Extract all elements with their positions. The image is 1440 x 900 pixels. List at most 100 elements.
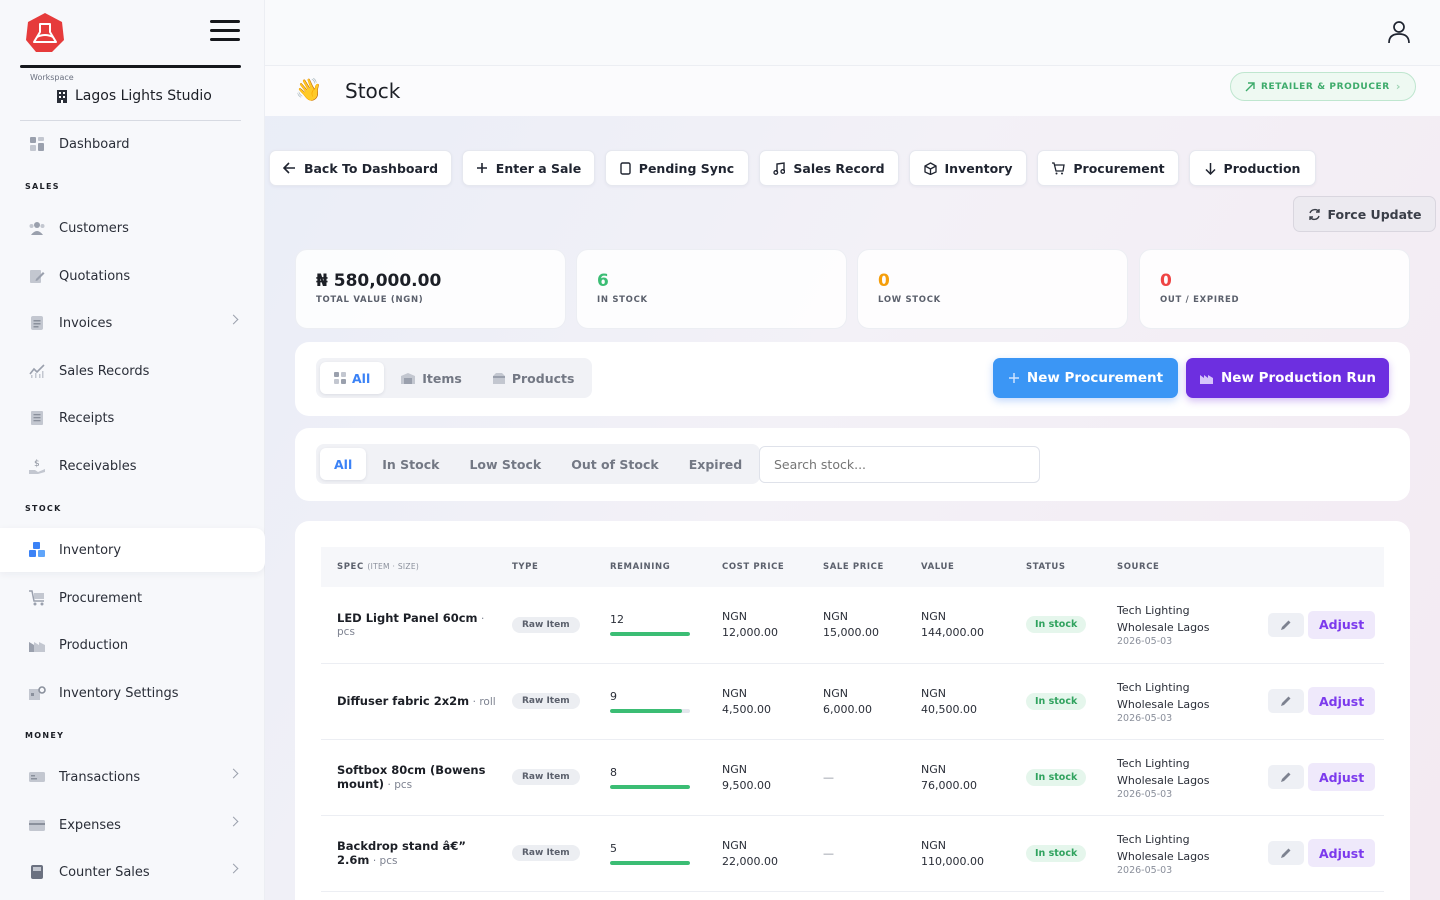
enter-sale-button[interactable]: Enter a Sale	[462, 150, 595, 186]
sidebar-item-label: Inventory Settings	[59, 685, 179, 701]
sidebar-item-invoices[interactable]: Invoices	[0, 301, 265, 345]
sidebar-item-inventory-settings[interactable]: Inventory Settings	[0, 671, 265, 715]
pending-sync-button[interactable]: Pending Sync	[605, 150, 749, 186]
sidebar-item-transactions[interactable]: Transactions	[0, 755, 265, 799]
cell-type: Raw Item	[496, 739, 594, 816]
sidebar-item-production[interactable]: Production	[0, 623, 265, 667]
role-badge[interactable]: RETAILER & PRODUCER ›	[1230, 72, 1416, 101]
tab-status-all[interactable]: All	[320, 448, 367, 480]
stat-card-total-value: ₦ 580,000.00 TOTAL VALUE (NGN)	[295, 249, 566, 329]
column-header-spec[interactable]: SPEC (ITEM · SIZE)	[321, 547, 496, 587]
table-row[interactable]: LED Light Panel 60cm · pcs Raw Item 12 N…	[321, 587, 1384, 664]
table-row[interactable]: Diffuser fabric 2x2m · roll Raw Item 9 N…	[321, 663, 1384, 740]
remaining-bar	[610, 860, 690, 865]
back-to-dashboard-button[interactable]: Back To Dashboard	[269, 150, 452, 186]
production-button[interactable]: Production	[1189, 150, 1316, 186]
adjust-button[interactable]: Adjust	[1308, 687, 1376, 715]
table-row[interactable]: Softbox 80cm (Bowens mount) · pcs Raw Ite…	[321, 739, 1384, 816]
source-name: Tech Lighting	[1117, 832, 1190, 846]
pencil-icon	[1281, 696, 1291, 706]
cell-actions: Adjust	[1252, 815, 1384, 892]
amount: —	[823, 770, 834, 784]
source-date: 2026-05-03	[1117, 712, 1173, 724]
table-body: LED Light Panel 60cm · pcs Raw Item 12 N…	[321, 587, 1384, 892]
sidebar-item-customers[interactable]: Customers	[0, 206, 265, 250]
cart-icon	[1052, 161, 1066, 174]
sidebar-item-procurement[interactable]: Procurement	[0, 576, 265, 620]
remaining-bar-fill	[610, 860, 690, 865]
cell-remaining: 5	[594, 815, 706, 892]
edit-button[interactable]	[1268, 689, 1304, 713]
hamburger-menu-icon[interactable]	[210, 20, 240, 42]
remaining-value: 5	[610, 841, 617, 855]
sidebar-item-sales-records[interactable]: Sales Records	[0, 349, 265, 393]
workspace-switcher[interactable]: Lagos Lights Studio	[56, 88, 212, 104]
cell-type: Raw Item	[496, 815, 594, 892]
amount: 6,000.00	[823, 702, 872, 716]
tab-label: Items	[422, 370, 462, 386]
inventory-button[interactable]: Inventory	[909, 150, 1027, 186]
edit-button[interactable]	[1268, 612, 1304, 637]
search-input[interactable]	[759, 446, 1040, 483]
sidebar-item-inventory[interactable]: Inventory	[0, 528, 265, 572]
status-badge: In stock	[1026, 616, 1087, 634]
tab-label: All	[352, 370, 371, 386]
currency: NGN	[823, 686, 848, 700]
sidebar-item-receivables[interactable]: $ Receivables	[0, 444, 265, 488]
tab-status-in-stock[interactable]: In Stock	[368, 448, 453, 480]
cell-status: In stock	[1010, 587, 1101, 664]
cell-actions: Adjust	[1252, 739, 1384, 816]
tab-status-low-stock[interactable]: Low Stock	[455, 448, 555, 480]
edit-button[interactable]	[1268, 841, 1304, 865]
type-filter-panel: All Items Products New Procurement New P…	[295, 342, 1410, 416]
tab-items[interactable]: Items	[386, 362, 476, 394]
tab-status-expired[interactable]: Expired	[675, 448, 756, 480]
top-bar	[265, 0, 1440, 66]
new-production-run-button[interactable]: New Production Run	[1186, 358, 1389, 398]
column-header-source[interactable]: SOURCE	[1101, 547, 1252, 587]
sidebar-item-expenses[interactable]: Expenses	[0, 803, 265, 847]
sales-record-button[interactable]: Sales Record	[759, 150, 899, 186]
sidebar-item-counter-sales[interactable]: Counter Sales	[0, 850, 265, 894]
table-header-row: SPEC (ITEM · SIZE) TYPE REMAINING COST P…	[321, 547, 1384, 587]
app-logo[interactable]	[24, 12, 66, 54]
sidebar-item-label: Procurement	[59, 590, 143, 606]
user-account-icon[interactable]	[1387, 20, 1411, 44]
table-row[interactable]: Backdrop stand â€” 2.6m · pcs Raw Item 5 …	[321, 815, 1384, 892]
force-update-button[interactable]: Force Update	[1293, 196, 1436, 232]
procurement-button[interactable]: Procurement	[1037, 150, 1179, 186]
item-unit: · pcs	[387, 779, 413, 791]
column-header-type[interactable]: TYPE	[496, 547, 594, 587]
adjust-button[interactable]: Adjust	[1308, 839, 1376, 867]
stat-label: IN STOCK	[597, 295, 648, 305]
cell-spec: Backdrop stand â€” 2.6m · pcs	[321, 815, 496, 892]
main-content: 👋 Stock RETAILER & PRODUCER › Back To Da…	[265, 0, 1440, 900]
sidebar-item-receipts[interactable]: Receipts	[0, 396, 265, 440]
new-procurement-button[interactable]: New Procurement	[993, 358, 1178, 398]
source-name-line2: Wholesale Lagos	[1117, 773, 1210, 787]
cell-spec: Softbox 80cm (Bowens mount) · pcs	[321, 739, 496, 816]
type-pill: Raw Item	[512, 693, 580, 709]
tab-all[interactable]: All	[320, 362, 385, 394]
column-header-remaining[interactable]: REMAINING	[594, 547, 706, 587]
tab-products[interactable]: Products	[478, 362, 589, 394]
edit-button[interactable]	[1268, 765, 1304, 789]
amount: 12,000.00	[722, 626, 778, 640]
column-header-cost-price[interactable]: COST PRICE	[706, 547, 807, 587]
column-header-sale-price[interactable]: SALE PRICE	[807, 547, 905, 587]
workspace-caption: Workspace	[30, 73, 74, 82]
plus-icon	[1008, 373, 1019, 383]
plus-icon	[476, 163, 487, 173]
pencil-icon	[1281, 620, 1291, 630]
cell-type: Raw Item	[496, 587, 594, 664]
cell-sale-price: —	[807, 815, 905, 892]
item-name: Backdrop stand â€”	[337, 839, 466, 853]
currency: NGN	[921, 686, 946, 700]
tab-status-out-of-stock[interactable]: Out of Stock	[557, 448, 673, 480]
column-header-value[interactable]: VALUE	[905, 547, 1010, 587]
sidebar-item-quotations[interactable]: Quotations	[0, 254, 265, 298]
adjust-button[interactable]: Adjust	[1308, 610, 1376, 639]
column-header-status[interactable]: STATUS	[1010, 547, 1101, 587]
adjust-button[interactable]: Adjust	[1308, 763, 1376, 791]
sidebar-item-dashboard[interactable]: Dashboard	[0, 122, 265, 166]
